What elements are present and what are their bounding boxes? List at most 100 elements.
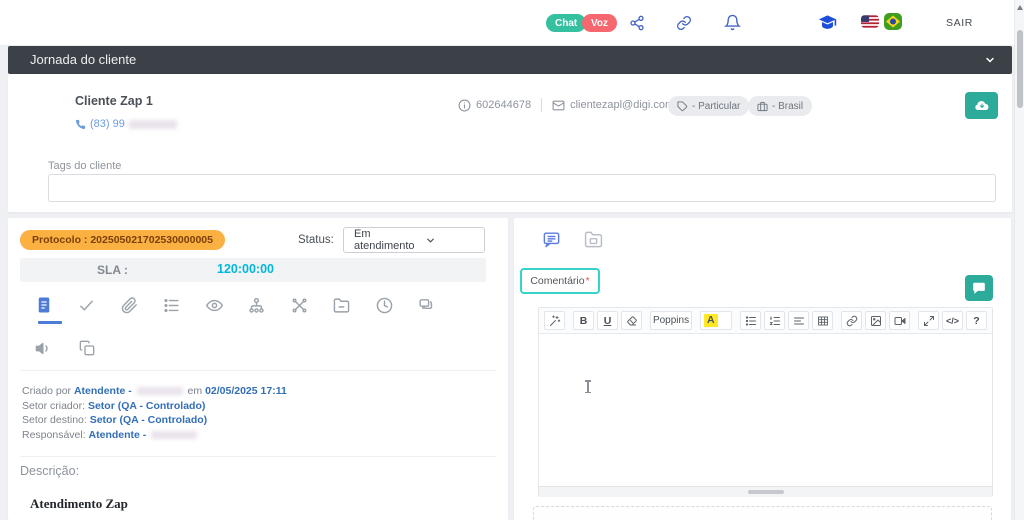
- tags-label: Tags do cliente: [48, 160, 121, 172]
- chat-bubbles-icon[interactable]: [416, 294, 438, 316]
- align-text-icon[interactable]: [788, 311, 809, 330]
- check-icon[interactable]: [76, 294, 98, 316]
- file-dropzone[interactable]: [533, 506, 992, 520]
- client-contact-row: 602644678 clientezapl@digi.com: [458, 98, 674, 112]
- voice-channel-label: Voz: [591, 18, 608, 29]
- responsible-value: Atendente -: [89, 429, 147, 441]
- mail-icon: [552, 99, 565, 112]
- history-clock-icon[interactable]: [373, 294, 395, 316]
- insert-video-icon[interactable]: [889, 311, 910, 330]
- tags-input[interactable]: [48, 174, 996, 202]
- status-label: Status:: [298, 234, 334, 246]
- task-list-icon[interactable]: [161, 294, 183, 316]
- responsible-line: Responsável: Atendente -: [22, 428, 287, 443]
- client-type-badge: - Particular: [668, 96, 749, 116]
- underline-button[interactable]: U: [597, 311, 618, 330]
- client-country-badge: - Brasil: [748, 96, 812, 116]
- status-value: Em atendimento: [344, 228, 415, 252]
- top-bar: Chat Voz SAIR: [0, 0, 1024, 46]
- journey-header-bar[interactable]: Jornada do cliente: [8, 46, 1012, 74]
- editor-content-area[interactable]: [539, 334, 992, 486]
- font-color-button[interactable]: A: [700, 311, 732, 330]
- divider: [20, 456, 496, 457]
- voice-channel-button[interactable]: Voz: [582, 14, 617, 32]
- sla-row: SLA : 120:00:00: [20, 258, 486, 282]
- org-hierarchy-icon[interactable]: [246, 294, 268, 316]
- created-by-line: Criado por Atendente - em 02/05/2025 17:…: [22, 384, 287, 399]
- chevron-down-icon[interactable]: [984, 54, 996, 66]
- font-color-letter: A: [704, 314, 718, 327]
- editor-resize-handle[interactable]: [539, 486, 992, 497]
- bullet-list-icon[interactable]: [740, 311, 761, 330]
- insert-link-icon[interactable]: [841, 311, 862, 330]
- speaker-volume-icon[interactable]: [35, 340, 55, 360]
- client-phone: (83) 99: [90, 118, 125, 130]
- tab-files-folder-icon[interactable]: [582, 228, 604, 250]
- attachment-paperclip-icon[interactable]: [118, 294, 140, 316]
- cloud-download-icon: [974, 98, 990, 114]
- tag-icon: [677, 101, 688, 112]
- created-by-label: Criado por: [22, 385, 71, 397]
- watch-eye-icon[interactable]: [203, 294, 225, 316]
- redacted-agent-name: [151, 431, 197, 439]
- send-comment-button[interactable]: [965, 275, 993, 301]
- details-document-icon[interactable]: [33, 294, 55, 316]
- sla-timer-value: 120:00:00: [217, 262, 274, 276]
- fullscreen-icon[interactable]: [918, 311, 939, 330]
- client-type-label: - Particular: [692, 101, 740, 112]
- font-family-select[interactable]: Poppins: [650, 311, 692, 330]
- created-at-connector: em: [188, 385, 203, 397]
- sector-creator-line: Setor criador: Setor (QA - Controlado): [22, 399, 287, 414]
- rich-text-editor: B U Poppins A: [538, 307, 993, 497]
- bold-button[interactable]: B: [573, 311, 594, 330]
- ticket-toolbar: [33, 294, 438, 316]
- status-select[interactable]: Em atendimento: [343, 227, 485, 253]
- link-icon[interactable]: [676, 15, 692, 31]
- chat-channel-button[interactable]: Chat: [546, 14, 586, 32]
- brazil-flag-icon[interactable]: [884, 13, 902, 30]
- ticket-info-block: Criado por Atendente - em 02/05/2025 17:…: [22, 384, 287, 442]
- comment-field-label: Comentário *: [520, 268, 600, 294]
- chat-bubble-icon: [972, 281, 986, 295]
- table-icon[interactable]: [812, 311, 833, 330]
- journey-title: Jornada do cliente: [30, 46, 136, 74]
- redacted-agent-name: [137, 387, 183, 395]
- client-email: clientezapl@digi.com: [570, 99, 674, 111]
- eraser-icon[interactable]: [621, 311, 642, 330]
- cloud-export-button[interactable]: [965, 92, 998, 119]
- split-scissors-icon[interactable]: [288, 294, 310, 316]
- sla-label: SLA :: [97, 263, 128, 277]
- scroll-up-arrow[interactable]: [1017, 5, 1023, 10]
- share-network-icon[interactable]: [629, 15, 645, 31]
- insert-image-icon[interactable]: [865, 311, 886, 330]
- created-at-datetime: 02/05/2025 17:11: [205, 385, 287, 397]
- client-country-label: - Brasil: [772, 101, 803, 112]
- help-button[interactable]: ?: [966, 311, 987, 330]
- code-view-button[interactable]: </>: [942, 311, 963, 330]
- notifications-bell-icon[interactable]: [724, 14, 741, 31]
- page-scrollbar[interactable]: [1014, 0, 1024, 520]
- sector-creator-value: Setor (QA - Controlado): [88, 400, 205, 412]
- scrollbar-thumb[interactable]: [1017, 30, 1023, 108]
- training-graduation-icon[interactable]: [818, 13, 837, 32]
- usa-flag-icon[interactable]: [861, 15, 879, 28]
- responsible-label: Responsável:: [22, 429, 86, 441]
- magic-wand-icon[interactable]: [544, 311, 565, 330]
- client-card: Cliente Zap 1 (83) 99 602644678 clientez…: [8, 74, 1012, 212]
- logout-link[interactable]: SAIR: [946, 17, 973, 29]
- active-tab-indicator: [38, 321, 62, 324]
- phone-icon: [75, 119, 86, 130]
- description-label: Descrição:: [20, 464, 79, 478]
- text-cursor: [587, 380, 589, 393]
- ticket-toolbar-secondary: [35, 340, 99, 360]
- numbered-list-icon[interactable]: [764, 311, 785, 330]
- copy-clipboard-icon[interactable]: [79, 340, 99, 360]
- chevron-down-icon: [415, 235, 484, 246]
- tab-comments[interactable]: [540, 228, 562, 250]
- chat-channel-label: Chat: [555, 18, 577, 29]
- description-text: Atendimento Zap: [30, 496, 128, 512]
- divider: [541, 98, 542, 112]
- client-document-id: 602644678: [476, 99, 531, 111]
- folder-icon[interactable]: [331, 294, 353, 316]
- client-name: Cliente Zap 1: [75, 94, 153, 108]
